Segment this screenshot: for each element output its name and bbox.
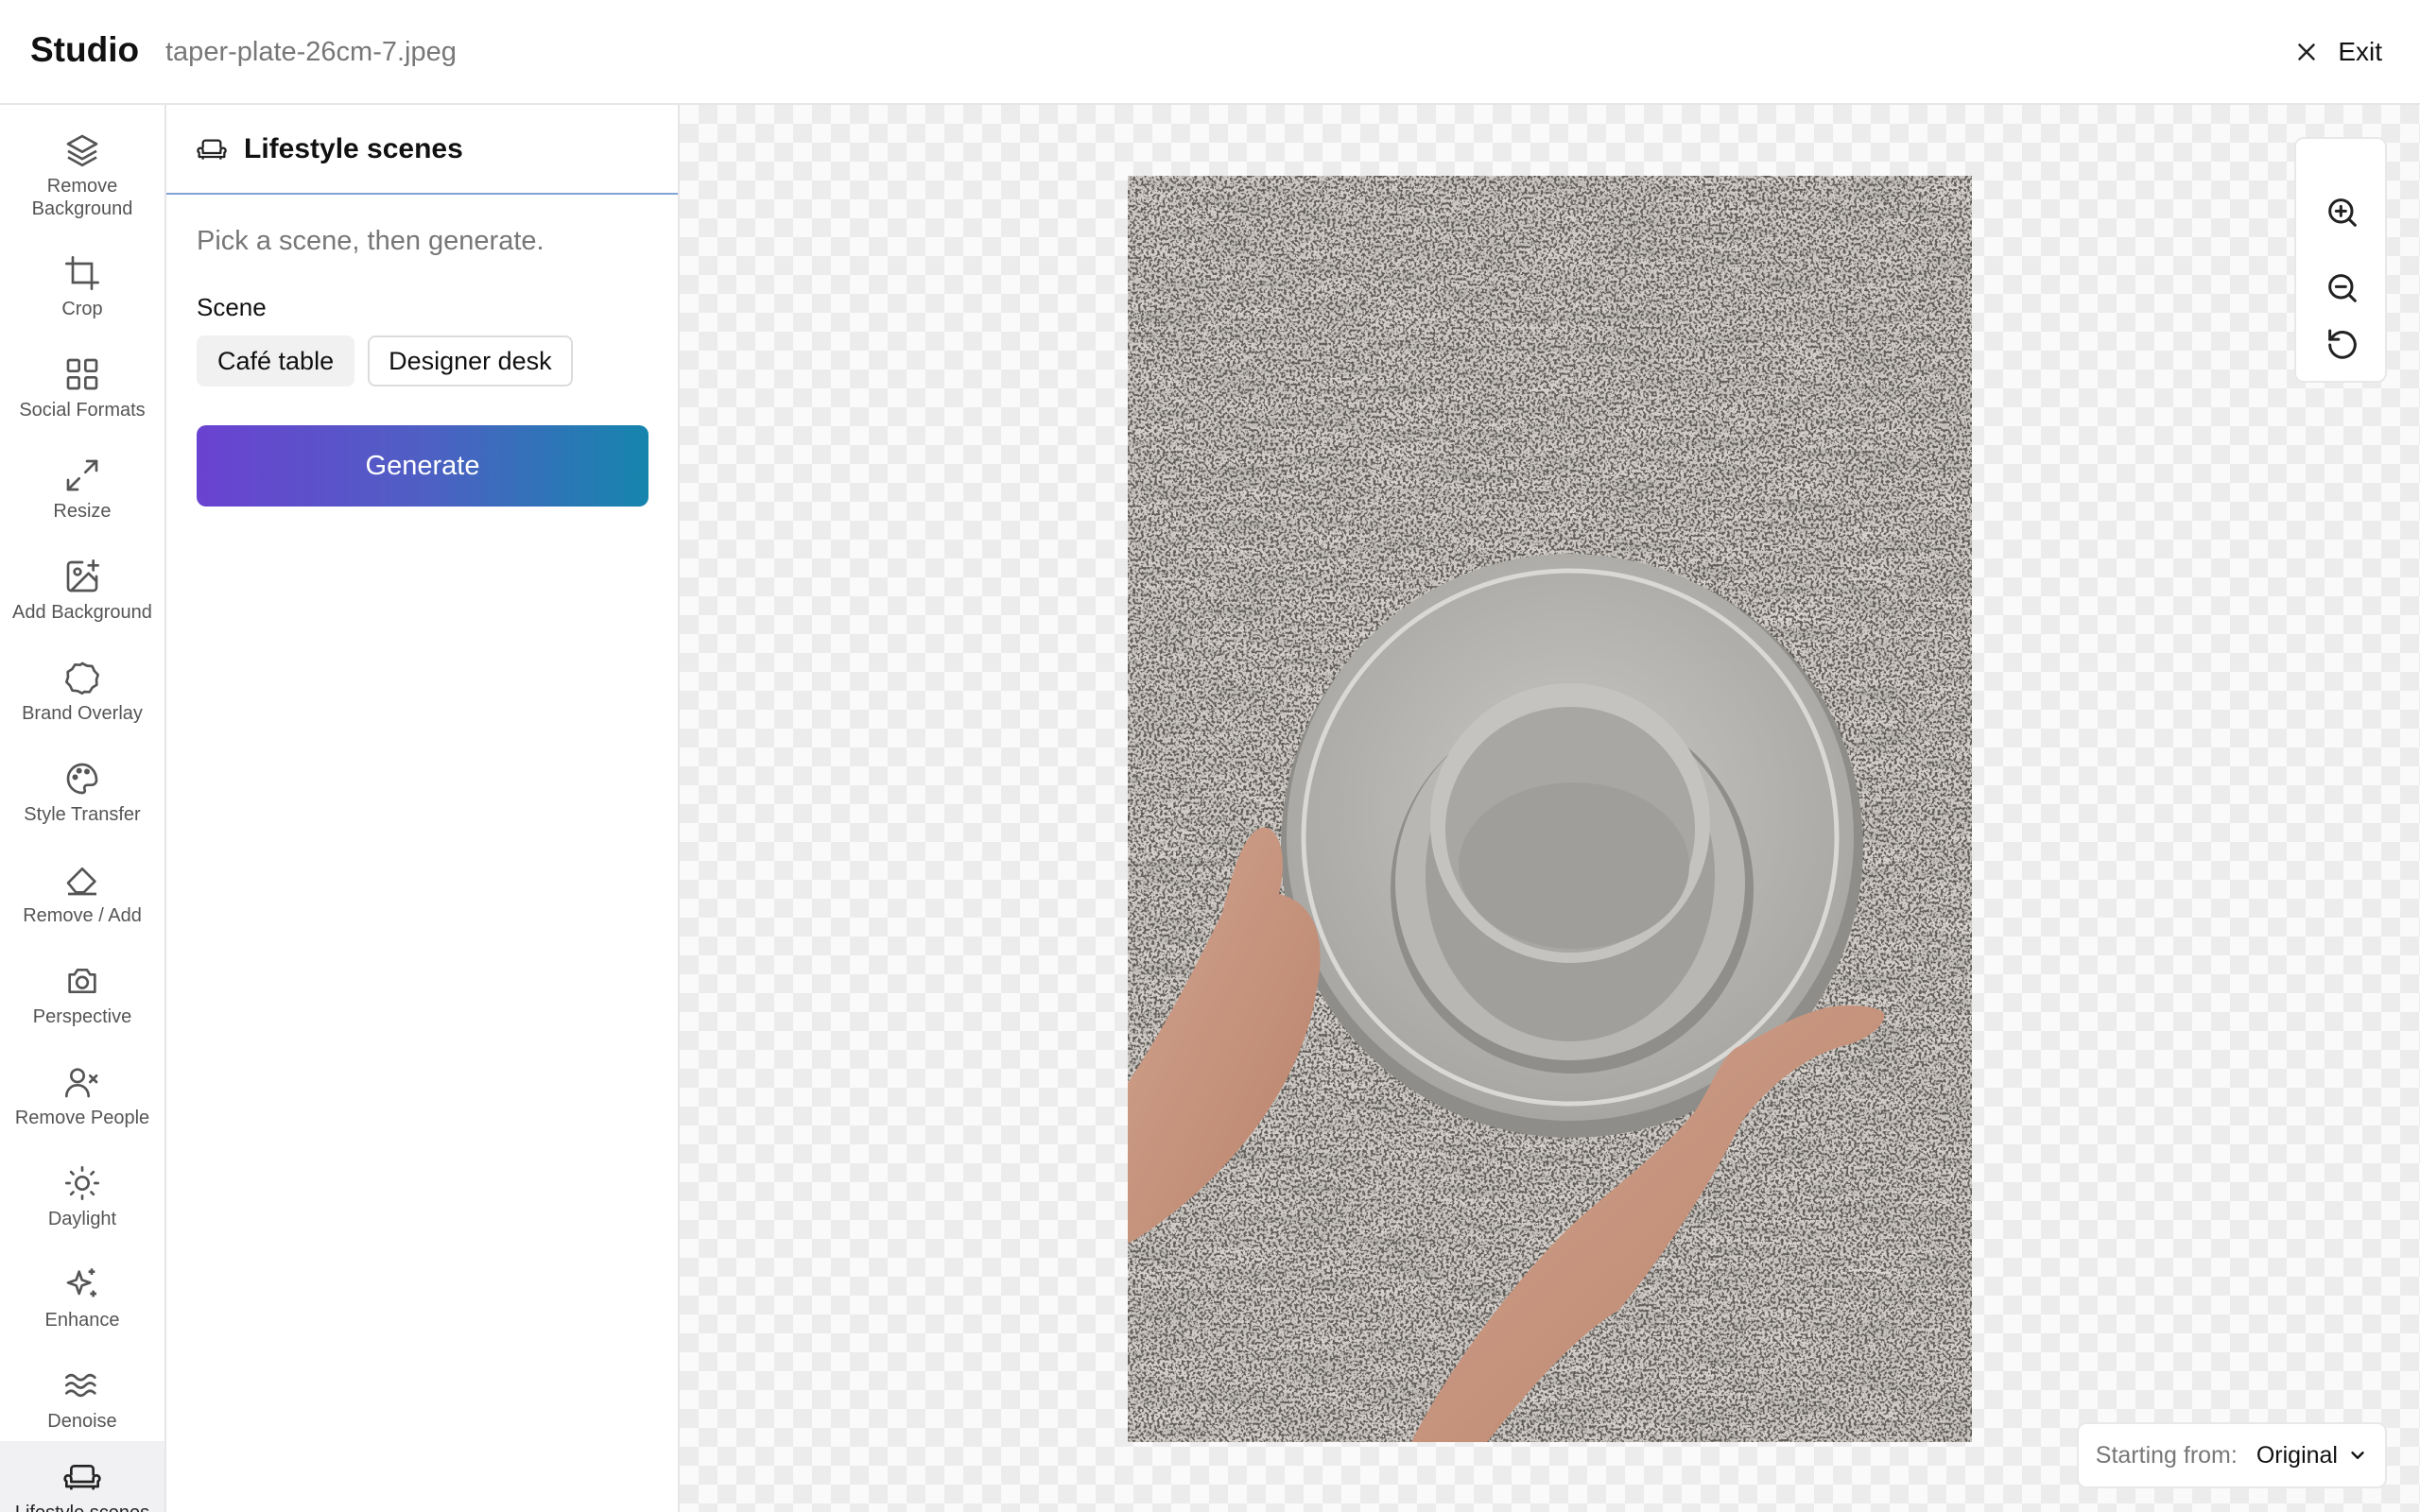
grid-icon — [63, 355, 101, 393]
generate-button[interactable]: Generate — [197, 425, 648, 507]
tool-label: Style Transfer — [24, 804, 141, 825]
zoom-out-icon — [2328, 274, 2357, 302]
crop-icon — [63, 254, 101, 292]
product-photo — [1128, 176, 1972, 1442]
starting-from-value: Original — [2256, 1441, 2338, 1469]
tool-remove-people[interactable]: Remove People — [0, 1046, 164, 1147]
tool-social-formats[interactable]: Social Formats — [0, 338, 164, 439]
sofa-icon — [197, 139, 227, 160]
sparkles-icon — [63, 1265, 101, 1303]
tool-label: Crop — [61, 299, 103, 319]
tool-label: Resize — [53, 501, 112, 522]
image-plus-icon — [63, 558, 101, 595]
palette-icon — [63, 760, 101, 798]
starting-from-select[interactable]: Original — [2256, 1442, 2368, 1469]
scene-chip-cafe-table[interactable]: Café table — [197, 335, 355, 387]
panel-hint: Pick a scene, then generate. — [197, 226, 544, 256]
reset-icon — [2328, 329, 2357, 359]
layers-icon — [63, 131, 101, 169]
tool-lifestyle-scenes[interactable]: Lifestyle scenes — [0, 1441, 164, 1512]
sun-icon — [63, 1164, 101, 1202]
starting-from-control: Starting from: Original — [2076, 1422, 2387, 1488]
eraser-icon — [63, 861, 101, 899]
tool-label: Lifestyle scenes — [15, 1502, 149, 1512]
tool-denoise[interactable]: Denoise — [0, 1349, 164, 1451]
resize-icon — [63, 456, 101, 494]
zoom-in-button[interactable] — [2324, 194, 2361, 232]
reset-view-button[interactable] — [2324, 326, 2361, 364]
user-x-icon — [63, 1063, 101, 1101]
scene-chip-designer-desk[interactable]: Designer desk — [368, 335, 573, 387]
zoom-controls — [2294, 137, 2387, 383]
tool-remove-background[interactable]: Remove Background — [0, 114, 164, 219]
tool-enhance[interactable]: Enhance — [0, 1248, 164, 1349]
file-name: taper-plate-26cm-7.jpeg — [165, 37, 457, 67]
tool-label: Add Background — [12, 602, 152, 623]
sofa-icon — [63, 1458, 101, 1496]
tool-label: Remove Background — [31, 176, 133, 219]
image-canvas[interactable]: Starting from: Original — [680, 105, 2420, 1512]
tool-label: Perspective — [32, 1006, 132, 1027]
zoom-in-icon — [2328, 198, 2357, 227]
top-bar: Studio taper-plate-26cm-7.jpeg Exit — [0, 0, 2420, 105]
camera-icon — [63, 962, 101, 1000]
tool-daylight[interactable]: Daylight — [0, 1147, 164, 1248]
tool-label: Remove People — [14, 1108, 150, 1128]
tool-resize[interactable]: Resize — [0, 439, 164, 541]
tool-label: Denoise — [47, 1411, 117, 1432]
tool-remove-add[interactable]: Remove / Add — [0, 844, 164, 945]
tool-label: Remove / Add — [23, 905, 142, 926]
tool-label: Enhance — [44, 1310, 120, 1331]
starting-from-label: Starting from: — [2095, 1441, 2238, 1469]
scene-label: Scene — [197, 293, 267, 321]
tool-label: Brand Overlay — [22, 703, 143, 724]
app-title: Studio — [30, 30, 140, 69]
chevron-down-icon — [2351, 1452, 2364, 1459]
tool-style-transfer[interactable]: Style Transfer — [0, 743, 164, 844]
panel-header: Lifestyle scenes — [166, 105, 678, 195]
tool-label: Daylight — [47, 1209, 117, 1229]
panel-title: Lifestyle scenes — [244, 132, 463, 164]
tool-add-background[interactable]: Add Background — [0, 541, 164, 642]
close-icon — [2298, 43, 2316, 60]
badge-icon — [63, 659, 101, 696]
scene-options: Café table Designer desk — [197, 335, 573, 387]
zoom-out-button[interactable] — [2324, 269, 2361, 307]
exit-label: Exit — [2338, 37, 2382, 66]
tool-perspective[interactable]: Perspective — [0, 945, 164, 1046]
tool-brand-overlay[interactable]: Brand Overlay — [0, 642, 164, 743]
waves-icon — [63, 1366, 101, 1404]
lifestyle-scenes-panel: Lifestyle scenes Pick a scene, then gene… — [166, 105, 680, 1512]
exit-button[interactable]: Exit — [2292, 30, 2382, 74]
tool-label: Social Formats — [19, 400, 146, 421]
tool-sidebar: Remove Background Crop Social Formats Re… — [0, 105, 166, 1512]
tool-crop[interactable]: Crop — [0, 237, 164, 338]
